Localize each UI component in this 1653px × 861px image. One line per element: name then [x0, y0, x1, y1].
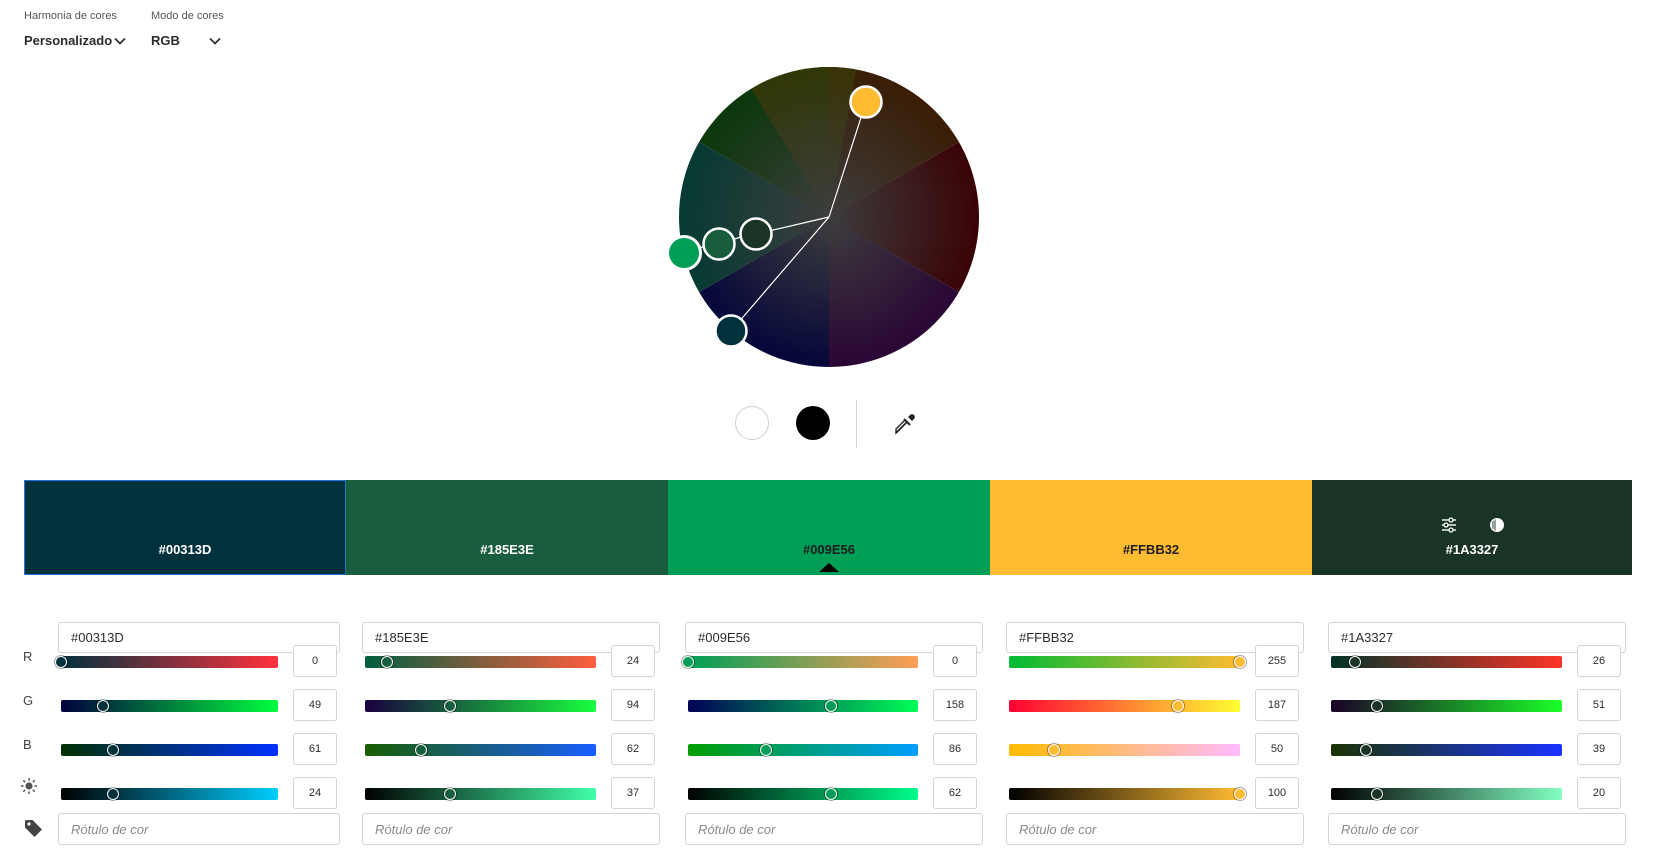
- blue-slider-handle[interactable]: [759, 744, 772, 756]
- color-label-input[interactable]: [58, 813, 340, 845]
- brightness-slider-handle[interactable]: [444, 788, 457, 800]
- red-value-field[interactable]: 0: [933, 645, 977, 677]
- green-slider-handle[interactable]: [824, 700, 837, 712]
- wheel-handle-base[interactable]: [666, 235, 702, 271]
- row-label-r: R: [23, 649, 33, 664]
- row-label-b: B: [23, 737, 32, 752]
- brightness-value-field[interactable]: 20: [1577, 777, 1621, 809]
- green-slider[interactable]: [61, 700, 278, 712]
- red-slider-handle[interactable]: [1234, 656, 1246, 668]
- green-slider[interactable]: [1331, 700, 1562, 712]
- brightness-icon: [21, 778, 37, 794]
- wheel-handle-green[interactable]: [702, 227, 736, 261]
- red-slider-handle[interactable]: [1348, 656, 1361, 668]
- red-value-field[interactable]: 255: [1255, 645, 1299, 677]
- blue-slider-handle[interactable]: [1360, 744, 1373, 756]
- swatch-hex-label: #00313D: [158, 542, 212, 557]
- blue-slider[interactable]: [61, 744, 278, 756]
- white-swatch-button[interactable]: [735, 406, 769, 440]
- color-wheel-area: [0, 0, 1653, 440]
- brightness-slider[interactable]: [365, 788, 596, 800]
- color-swatch[interactable]: #1A3327: [1312, 480, 1632, 575]
- blue-value-field[interactable]: 86: [933, 733, 977, 765]
- blue-slider[interactable]: [1009, 744, 1240, 756]
- green-value-field[interactable]: 51: [1577, 689, 1621, 721]
- green-value-field[interactable]: 94: [611, 689, 655, 721]
- blue-value-field[interactable]: 50: [1255, 733, 1299, 765]
- swatch-hex-label: #009E56: [802, 542, 856, 557]
- swatch-hex-label: #FFBB32: [1122, 542, 1180, 557]
- red-slider[interactable]: [1331, 656, 1562, 668]
- blue-slider-handle[interactable]: [106, 744, 119, 756]
- blue-slider-handle[interactable]: [1048, 744, 1061, 756]
- brightness-value-field[interactable]: 24: [293, 777, 337, 809]
- green-slider-handle[interactable]: [96, 700, 109, 712]
- green-slider-handle[interactable]: [1371, 700, 1384, 712]
- wheel-handle-yellow[interactable]: [849, 85, 883, 119]
- red-value-field[interactable]: 26: [1577, 645, 1621, 677]
- color-swatch[interactable]: #009E56: [668, 480, 990, 575]
- tag-icon: [25, 820, 42, 837]
- brightness-slider[interactable]: [1009, 788, 1246, 800]
- brightness-slider-handle[interactable]: [824, 788, 837, 800]
- sliders-adjust-icon[interactable]: [1440, 516, 1458, 534]
- color-swatch[interactable]: #185E3E: [346, 480, 668, 575]
- red-value-field[interactable]: 0: [293, 645, 337, 677]
- red-slider[interactable]: [55, 656, 278, 668]
- blue-slider[interactable]: [1331, 744, 1562, 756]
- red-slider[interactable]: [365, 656, 596, 668]
- green-slider[interactable]: [365, 700, 596, 712]
- green-slider-handle[interactable]: [1172, 700, 1185, 712]
- wheel-handle-darkgreen[interactable]: [739, 217, 773, 251]
- brightness-value-field[interactable]: 100: [1255, 777, 1299, 809]
- brightness-value-field[interactable]: 37: [611, 777, 655, 809]
- green-value-field[interactable]: 158: [933, 689, 977, 721]
- divider: [856, 400, 857, 448]
- black-swatch-button[interactable]: [796, 406, 830, 440]
- brightness-slider[interactable]: [61, 788, 278, 800]
- color-swatch[interactable]: #FFBB32: [990, 480, 1312, 575]
- color-wheel[interactable]: [0, 0, 1653, 440]
- green-slider-handle[interactable]: [444, 700, 457, 712]
- green-value-field[interactable]: 49: [293, 689, 337, 721]
- color-label-input[interactable]: [362, 813, 660, 845]
- blue-slider[interactable]: [688, 744, 918, 756]
- row-label-g: G: [23, 693, 34, 708]
- red-slider[interactable]: [1009, 656, 1246, 668]
- blue-value-field[interactable]: 61: [293, 733, 337, 765]
- brightness-value-field[interactable]: 62: [933, 777, 977, 809]
- color-swatch[interactable]: #00313D: [24, 480, 346, 575]
- color-label-input[interactable]: [685, 813, 983, 845]
- red-value-field[interactable]: 24: [611, 645, 655, 677]
- selected-caret-icon: [819, 563, 839, 572]
- blue-value-field[interactable]: 39: [1577, 733, 1621, 765]
- contrast-icon[interactable]: [1488, 516, 1506, 534]
- swatch-hex-label: #1A3327: [1445, 542, 1499, 557]
- brightness-slider[interactable]: [1331, 788, 1562, 800]
- brightness-slider[interactable]: [688, 788, 918, 800]
- brightness-slider-handle[interactable]: [1371, 788, 1384, 800]
- eyedropper-icon[interactable]: [893, 412, 917, 436]
- red-slider-handle[interactable]: [55, 656, 67, 668]
- green-slider[interactable]: [688, 700, 918, 712]
- brightness-slider-handle[interactable]: [107, 788, 120, 800]
- red-slider[interactable]: [682, 656, 918, 668]
- red-slider-handle[interactable]: [682, 656, 694, 668]
- color-label-input[interactable]: [1328, 813, 1626, 845]
- blue-slider[interactable]: [365, 744, 596, 756]
- brightness-slider-handle[interactable]: [1234, 788, 1246, 800]
- blue-value-field[interactable]: 62: [611, 733, 655, 765]
- green-slider[interactable]: [1009, 700, 1240, 712]
- green-value-field[interactable]: 187: [1255, 689, 1299, 721]
- swatch-hex-label: #185E3E: [480, 542, 534, 557]
- wheel-handle-teal[interactable]: [714, 314, 748, 348]
- red-slider-handle[interactable]: [380, 656, 393, 668]
- blue-slider-handle[interactable]: [415, 744, 428, 756]
- color-label-input[interactable]: [1006, 813, 1304, 845]
